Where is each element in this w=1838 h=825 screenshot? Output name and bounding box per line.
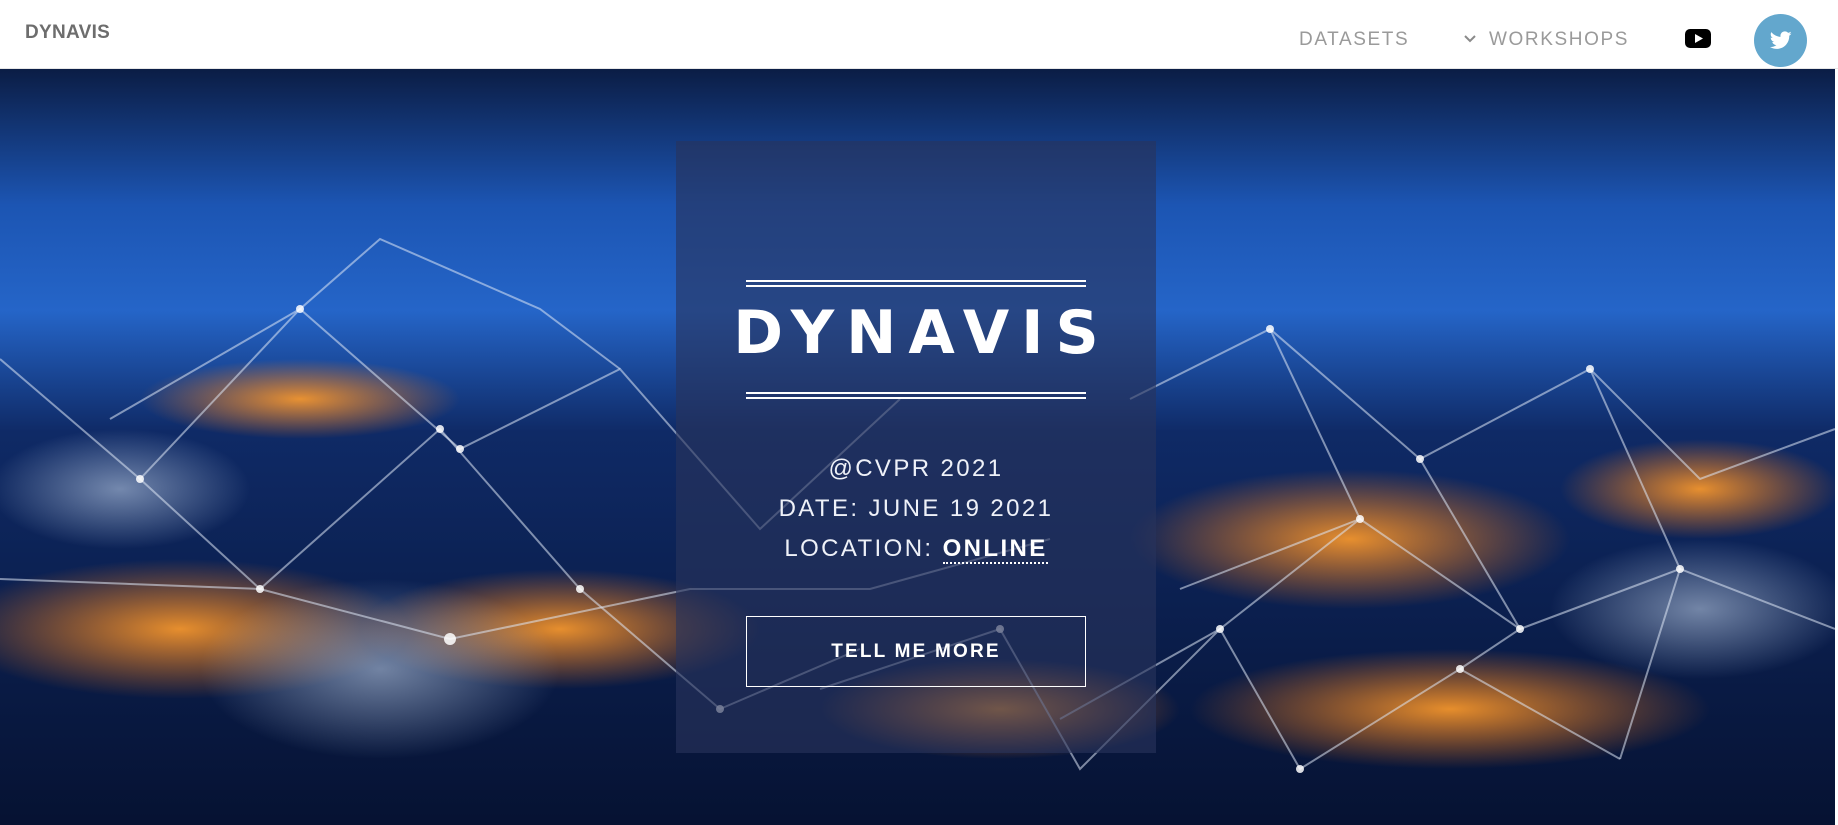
hero-section: DYNAVIS @CVPR 2021 DATE: JUNE 19 2021 LO… bbox=[0, 69, 1835, 825]
twitter-icon bbox=[1769, 31, 1792, 49]
hero-location: LOCATION: ONLINE bbox=[676, 535, 1156, 564]
hero-card: DYNAVIS @CVPR 2021 DATE: JUNE 19 2021 LO… bbox=[676, 141, 1156, 753]
tell-me-more-button[interactable]: TELL ME MORE bbox=[746, 616, 1086, 687]
youtube-icon[interactable] bbox=[1685, 29, 1711, 48]
top-navbar: DYNAVIS DATASETS WORKSHOPS bbox=[0, 0, 1838, 69]
title-bottom-rule bbox=[746, 392, 1086, 399]
chevron-down-icon[interactable] bbox=[1463, 34, 1477, 44]
hero-date: DATE: JUNE 19 2021 bbox=[778, 495, 1054, 522]
twitter-button[interactable] bbox=[1754, 14, 1807, 67]
title-top-rule bbox=[746, 280, 1086, 287]
hero-venue: @CVPR 2021 bbox=[828, 455, 1004, 482]
brand-logo-link[interactable]: DYNAVIS bbox=[25, 22, 110, 44]
nav-link-workshops[interactable]: WORKSHOPS bbox=[1489, 29, 1629, 51]
location-online-link[interactable]: ONLINE bbox=[942, 535, 1048, 564]
location-label: LOCATION: bbox=[784, 535, 943, 562]
nav-link-datasets[interactable]: DATASETS bbox=[1299, 29, 1409, 51]
hero-title: DYNAVIS bbox=[733, 298, 1111, 368]
